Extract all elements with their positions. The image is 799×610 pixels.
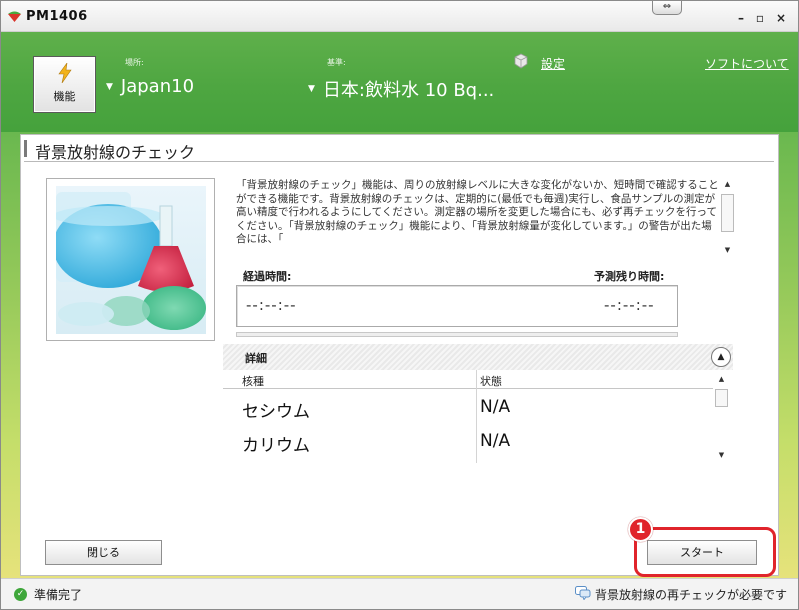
main-panel: 背景放射線のチェック 「背景放射線のチェック」機能は、周りの放射線レベルに大きな… [20,134,779,576]
nuclide-table: 核種 状態 セシウム N/A カリウム N/A [223,370,713,463]
scroll-thumb[interactable] [721,194,734,232]
about-link[interactable]: ソフトについて [705,55,789,72]
status-bar: ✓ 準備完了 背景放射線の再チェックが必要です [1,578,798,609]
scroll-up-arrow[interactable]: ▲ [720,178,735,190]
scroll-down-arrow[interactable]: ▼ [720,244,735,256]
standard-dropdown[interactable]: ▼ 日本:飲料水 10 Bq... [308,76,494,102]
location-dropdown[interactable]: ▼ Japan10 [106,76,194,97]
elapsed-time-label: 経過時間: [243,270,292,283]
location-label: 場所: [125,58,144,67]
page-title: 背景放射線のチェック [24,135,774,162]
header-bar: 機能 場所: ▼ Japan10 基準: ▼ 日本:飲料水 10 Bq... 設… [1,32,798,132]
time-display: 経過時間: 予測残り時間: --:--:-- --:--:-- [236,265,678,330]
minimize-button[interactable]: – [734,11,748,25]
scroll-up-arrow[interactable]: ▲ [714,373,729,385]
scroll-down-arrow[interactable]: ▼ [714,449,729,461]
column-divider [476,370,477,463]
check-icon: ✓ [14,588,27,601]
callout-highlight [634,527,776,577]
collapse-details-button[interactable]: ▲ [711,347,731,367]
speech-bubble-icon [575,586,591,600]
standard-label: 基準: [327,58,346,67]
status-warning-text: 背景放射線の再チェックが必要です [595,588,788,602]
chevron-down-icon: ▼ [106,81,113,92]
callout-number-badge: 1 [628,517,653,542]
app-window: PM1406 ⇔ – ▫ × 機能 場所: ▼ Japan10 基準: ▼ 日本… [0,0,799,610]
description-text: 「背景放射線のチェック」機能は、周りの放射線レベルに大きな変化がないか、短時間で… [236,179,719,246]
function-button[interactable]: 機能 [33,56,96,113]
status-ready-text: 準備完了 [34,588,83,602]
function-button-label: 機能 [53,90,76,103]
settings-link[interactable]: 設定 [541,55,565,72]
resize-handle[interactable]: ⇔ [652,1,682,15]
gear-icon[interactable] [513,53,529,69]
title-bar: PM1406 ⇔ – ▫ × [1,1,798,32]
close-button[interactable]: 閉じる [45,540,162,565]
window-title: PM1406 [26,9,88,24]
remaining-time-value: --:--:-- [604,296,655,314]
app-icon [8,11,21,22]
scroll-thumb[interactable] [715,389,728,407]
remaining-time-label: 予測残り時間: [594,270,665,283]
table-row-status: N/A [480,397,511,417]
table-row-status: N/A [480,431,511,451]
maximize-button[interactable]: ▫ [753,11,767,25]
table-row-nuclide: セシウム [242,402,310,422]
close-window-button[interactable]: × [774,11,788,25]
standard-value: 日本:飲料水 10 Bq... [322,80,495,101]
location-value: Japan10 [120,76,195,97]
lab-glassware-image [56,186,206,334]
details-header: 詳細 [223,344,733,370]
progress-track [236,332,678,337]
column-header-nuclide: 核種 [242,375,264,388]
description-scrollbar[interactable]: ▲ ▼ [720,178,735,258]
table-row-nuclide: カリウム [242,436,310,456]
table-scrollbar[interactable]: ▲ ▼ [714,373,729,463]
details-label: 詳細 [245,352,267,365]
header-divider [223,388,713,389]
column-header-status: 状態 [480,375,502,388]
lightning-icon [58,63,72,83]
elapsed-time-value: --:--:-- [246,296,297,314]
time-readout: --:--:-- --:--:-- [236,285,678,327]
chevron-down-icon: ▼ [308,84,315,94]
illustration-frame [46,178,215,341]
